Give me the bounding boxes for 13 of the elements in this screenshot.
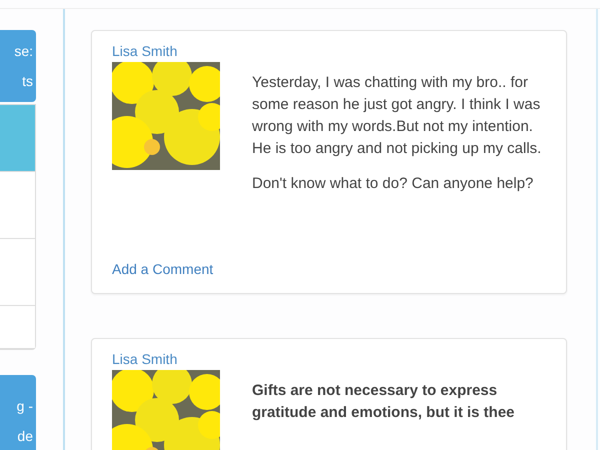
post-text: Gifts are not necessary to express gratitude and emotions, but it is thee: [252, 381, 516, 423]
post-text: Don't know what to do? Can anyone help?: [252, 174, 534, 194]
author-name[interactable]: Lisa Smith: [112, 351, 178, 367]
author-name[interactable]: Lisa Smith: [112, 43, 178, 59]
category-card[interactable]: g - de: [0, 375, 36, 450]
card-title: g -: [16, 397, 33, 416]
card-title: se:: [14, 42, 33, 61]
list-item[interactable]: [0, 105, 35, 172]
category-card[interactable]: se: ts: [0, 30, 36, 102]
card-title: de: [17, 427, 33, 446]
card-title: ts: [22, 72, 33, 91]
post-text: Yesterday, I was chatting with my bro.. for some reason he just got angry. I think I was wrong with my words.But not my intention. He is too angry and not picking up my calls.: [252, 73, 542, 159]
add-comment-link[interactable]: Add a Comment: [112, 261, 214, 277]
